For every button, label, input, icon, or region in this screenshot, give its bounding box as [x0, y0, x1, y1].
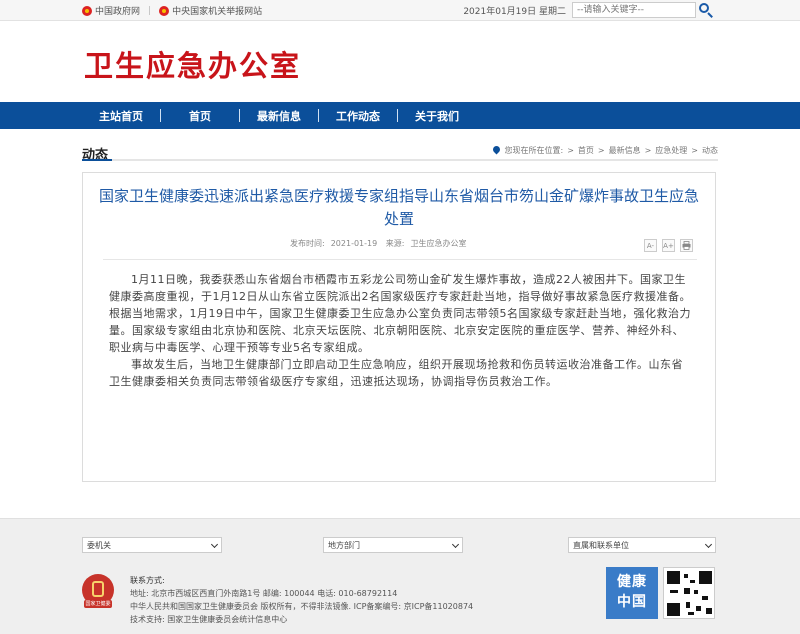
article-paragraph: 1月11日晚，我委获悉山东省烟台市栖霞市五彩龙公司笏山金矿发生爆炸事故，造成22… — [109, 273, 691, 354]
footer-info: 联系方式: 地址: 北京市西城区西直门外南路1号 邮编: 100044 电话: … — [130, 574, 473, 626]
publish-date: 2021-01-19 — [330, 239, 378, 248]
main-nav: 主站首页 首页 最新信息 工作动态 关于我们 — [0, 102, 800, 129]
contact-title: 联系方式: — [130, 576, 165, 585]
breadcrumb-current[interactable]: 动态 — [702, 145, 718, 156]
top-links: 中国政府网 | 中央国家机关举报网站 — [82, 4, 262, 17]
select-affiliated-value: 直属和联系单位 — [573, 541, 629, 550]
source-value: 卫生应急办公室 — [410, 239, 467, 248]
article-body: 1月11日晚，我委获悉山东省烟台市栖霞市五彩龙公司笏山金矿发生爆炸事故，造成22… — [109, 271, 693, 390]
link-report-site[interactable]: 中央国家机关举报网站 — [172, 4, 262, 17]
select-affiliated[interactable]: 直属和联系单位 — [568, 537, 716, 553]
publish-label: 发布时间: — [290, 239, 325, 248]
emblem-icon — [159, 5, 170, 16]
article-panel: 国家卫生健康委迅速派出紧急医疗救援专家组指导山东省烟台市笏山金矿爆炸事故卫生应急… — [82, 172, 716, 482]
select-commission[interactable]: 委机关 — [82, 537, 222, 553]
nav-item-work-news[interactable]: 工作动态 — [319, 108, 397, 124]
breadcrumb-separator: > — [597, 146, 605, 155]
qr-code-icon — [663, 567, 715, 619]
source-label: 来源: — [385, 239, 405, 248]
chevron-down-icon — [210, 540, 219, 549]
nav-item-about[interactable]: 关于我们 — [398, 108, 476, 124]
link-gov-portal[interactable]: 中国政府网 — [95, 4, 140, 17]
site-header: 卫生应急办公室 — [0, 21, 800, 102]
search-icon[interactable] — [698, 2, 714, 18]
breadcrumb-separator: > — [644, 146, 652, 155]
search-input[interactable] — [572, 2, 696, 18]
chevron-down-icon — [451, 540, 460, 549]
nhc-logo: 国家卫健委 — [82, 574, 114, 610]
badge-line: 健康 — [617, 574, 647, 590]
site-title[interactable]: 卫生应急办公室 — [84, 43, 301, 85]
select-local-value: 地方部门 — [328, 541, 360, 550]
breadcrumb-separator: > — [691, 146, 698, 155]
article-paragraph: 事故发生后，当地卫生健康部门立即启动卫生应急响应，组织开展现场抢救和伤员转运收治… — [109, 358, 683, 388]
select-local[interactable]: 地方部门 — [323, 537, 463, 553]
select-commission-value: 委机关 — [87, 541, 111, 550]
chevron-down-icon — [704, 540, 713, 549]
footer-support: 技术支持: 国家卫生健康委员会统计信息中心 — [130, 615, 288, 624]
health-china-badge[interactable]: 健康 中国 — [606, 567, 658, 619]
meta-divider — [103, 259, 697, 260]
print-icon[interactable] — [680, 239, 693, 252]
article-meta: 发布时间: 2021-01-19 来源: 卫生应急办公室 — [290, 238, 472, 249]
section-header: 动态 您现在所在位置: > 首页 > 最新信息 > 应急处理 > 动态 — [82, 139, 718, 163]
emblem-icon — [82, 5, 92, 16]
breadcrumb-home[interactable]: 首页 — [578, 145, 594, 156]
site-footer: 委机关 地方部门 直属和联系单位 国家卫健委 联系方式: 地址: 北京市西城区西… — [0, 518, 800, 634]
logo-text: 国家卫健委 — [84, 600, 112, 608]
footer-copyright[interactable]: 中华人民共和国国家卫生健康委员会 版权所有，不得非法镜像. ICP备案编号: 京… — [130, 600, 473, 613]
footer-address: 地址: 北京市西城区西直门外南路1号 邮编: 100044 电话: 010-68… — [130, 589, 398, 598]
nav-item-latest[interactable]: 最新信息 — [240, 108, 318, 124]
article-tools: A- A+ — [639, 239, 693, 252]
current-date: 2021年01月19日 星期二 — [463, 6, 566, 17]
section-underline — [82, 159, 112, 161]
nav-item-home[interactable]: 首页 — [161, 108, 239, 124]
badge-line: 中国 — [617, 594, 647, 610]
top-utility-bar: 中国政府网 | 中央国家机关举报网站 2021年01月19日 星期二 — [0, 0, 800, 21]
location-pin-icon — [492, 144, 502, 155]
breadcrumb-prefix: 您现在所在位置: — [504, 146, 564, 155]
nav-item-main-home[interactable]: 主站首页 — [82, 108, 160, 124]
font-increase-icon[interactable]: A+ — [662, 239, 675, 252]
breadcrumb: 您现在所在位置: > 首页 > 最新信息 > 应急处理 > 动态 — [492, 144, 718, 156]
breadcrumb-emergency[interactable]: 应急处理 — [655, 145, 687, 156]
separator: | — [148, 5, 152, 16]
font-decrease-icon[interactable]: A- — [644, 239, 657, 252]
breadcrumb-separator: > — [567, 146, 574, 155]
article-title: 国家卫生健康委迅速派出紧急医疗救援专家组指导山东省烟台市笏山金矿爆炸事故卫生应急… — [99, 187, 700, 228]
breadcrumb-latest[interactable]: 最新信息 — [609, 145, 641, 156]
top-right: 2021年01月19日 星期二 — [463, 2, 714, 18]
